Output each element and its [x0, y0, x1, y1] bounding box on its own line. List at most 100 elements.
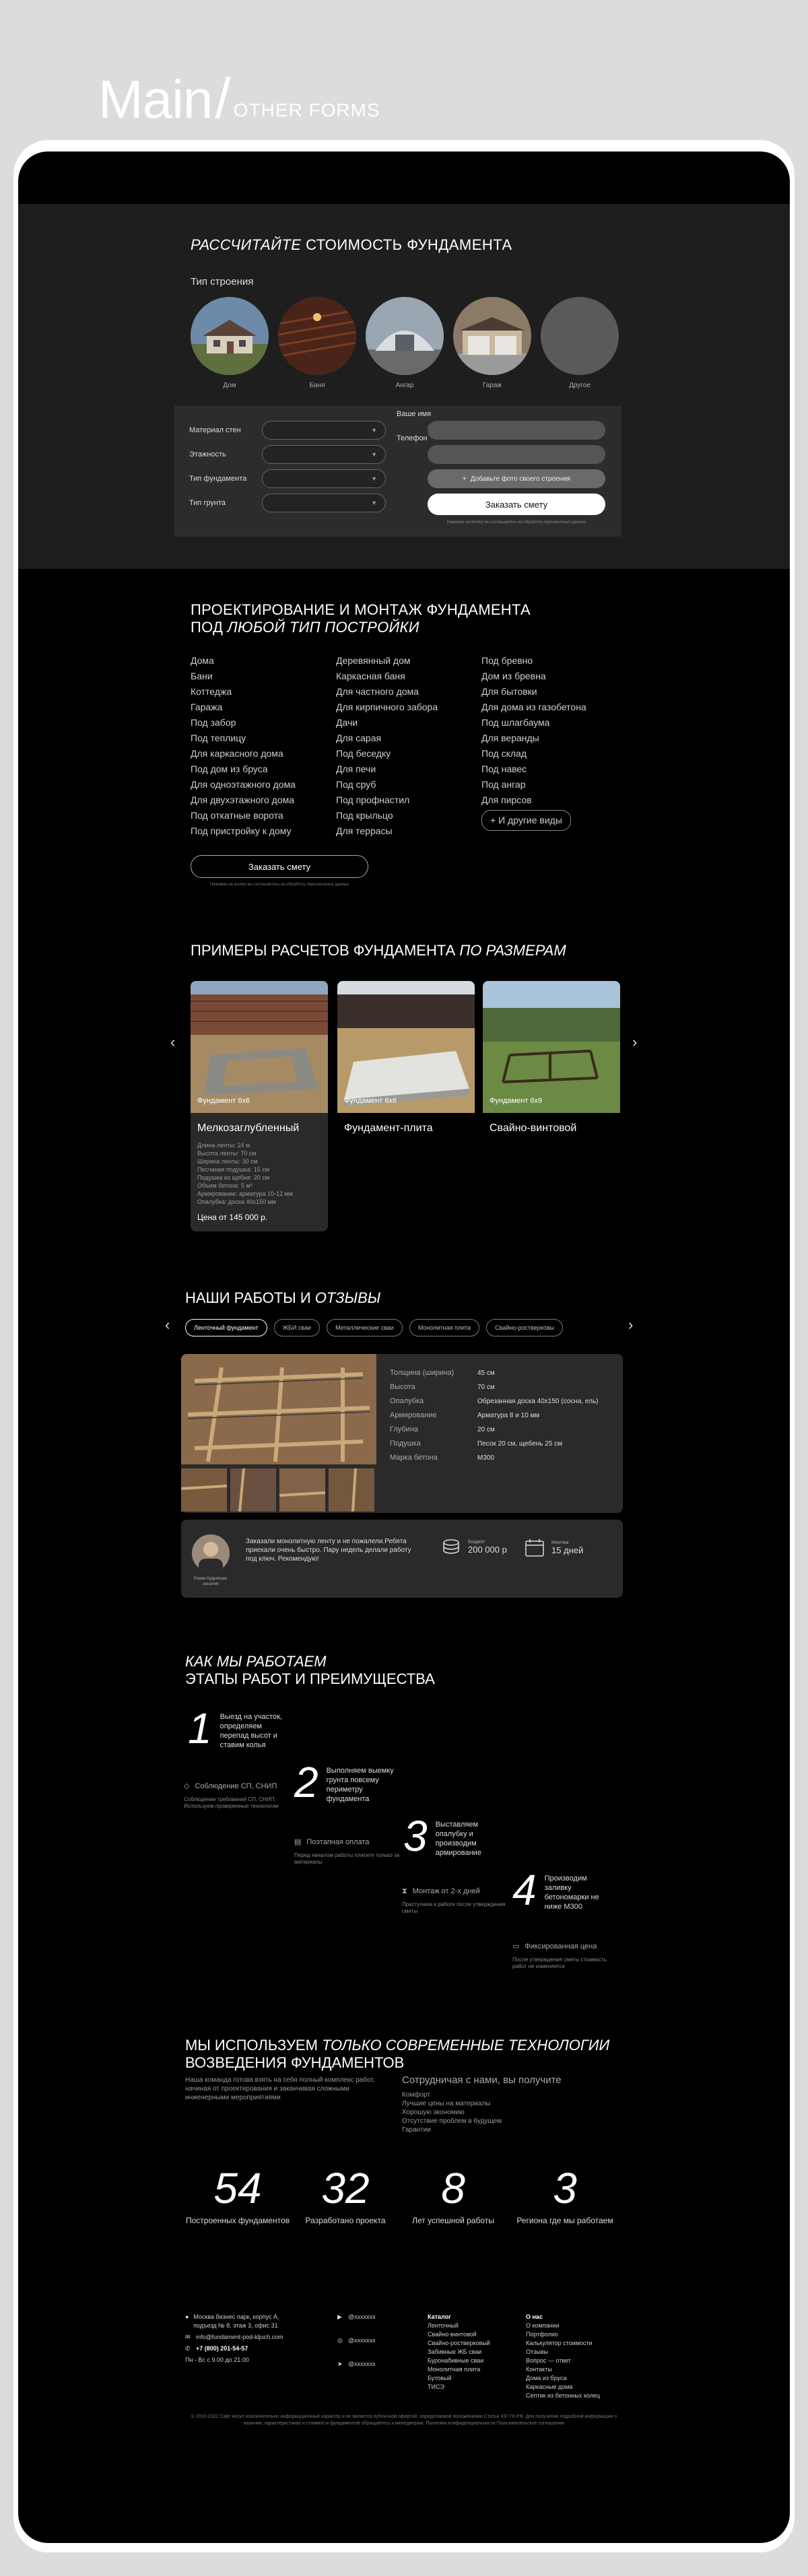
foundation-type-select[interactable]: ▼ — [262, 469, 386, 488]
phone-input[interactable] — [428, 445, 605, 464]
list-item[interactable]: Под крыльцо — [336, 808, 481, 823]
thumbnail[interactable] — [329, 1468, 374, 1512]
list-item[interactable]: Под шлагбаума — [481, 715, 627, 731]
list-item[interactable]: Для печи — [336, 761, 481, 777]
list-item[interactable]: Дом из бревна — [481, 669, 627, 684]
tab-monolith-slab[interactable]: Монолитная плита — [409, 1319, 480, 1336]
example-card[interactable]: Фундамент 6x6 Фундамент-плита — [337, 981, 475, 1134]
type-hangar[interactable]: Ангар — [366, 297, 444, 389]
list-item[interactable]: Под откатные ворота — [191, 808, 336, 823]
footer-link[interactable]: Септик из бетонных колец — [526, 2392, 627, 2400]
list-item[interactable]: Каркасная баня — [336, 669, 481, 684]
list-item[interactable]: Для террасы — [336, 823, 481, 839]
param-row: Подушка Песок 20 см, щебень 25 см — [390, 1437, 599, 1451]
list-item[interactable]: Для двухэтажного дома — [191, 792, 336, 808]
thumbnail[interactable] — [181, 1468, 227, 1512]
list-item[interactable]: Для одноэтажного дома — [191, 777, 336, 792]
footer-link[interactable]: ТИСЭ — [428, 2383, 515, 2392]
list-item[interactable]: Для сарая — [336, 731, 481, 746]
tab-strip-foundation[interactable]: Ленточный фундамент — [185, 1319, 267, 1336]
soil-type-select[interactable]: ▼ — [262, 494, 386, 512]
type-house[interactable]: Дом — [191, 297, 269, 389]
calculator-section: РАССЧИТАЙТЕ СТОИМОСТЬ ФУНДАМЕНТА Тип стр… — [18, 204, 790, 569]
list-item[interactable]: Для каркасного дома — [191, 746, 336, 761]
instagram-icon[interactable]: ◎ — [337, 2336, 344, 2345]
tab-pile-grillage[interactable]: Свайно-ростверковы — [486, 1319, 563, 1336]
list-item[interactable]: Для бытовки — [481, 684, 627, 700]
footer-link[interactable]: О компании — [526, 2321, 627, 2330]
list-item[interactable]: Под профнастил — [336, 792, 481, 808]
telegram-icon[interactable]: ➤ — [337, 2360, 344, 2369]
footer-link[interactable]: Бутовый — [428, 2374, 515, 2383]
thumbnail[interactable] — [279, 1468, 325, 1512]
list-item[interactable]: Деревянный дом — [336, 653, 481, 669]
example-card[interactable]: Фундамент 6x6 Мелкозаглубленный Длина ле… — [191, 981, 328, 1231]
chevron-left-icon[interactable]: ‹ — [165, 1316, 170, 1334]
card-tag: Фундамент 6x9 — [490, 1097, 543, 1105]
list-item[interactable]: Для дома из газобетона — [481, 700, 627, 715]
footer-link[interactable]: Контакты — [526, 2365, 627, 2374]
footer-link[interactable]: Ленточный — [428, 2321, 515, 2330]
chevron-right-icon[interactable]: › — [628, 1316, 633, 1334]
list-item[interactable]: Под бревно — [481, 653, 627, 669]
youtube-icon[interactable]: ▶ — [337, 2313, 344, 2321]
heading-other: OTHER FORMS — [233, 100, 380, 121]
list-item[interactable]: Под беседку — [336, 746, 481, 761]
footer-link[interactable]: Свайно-ростверковый — [428, 2339, 515, 2348]
footer-link[interactable]: Каркасные дома — [526, 2383, 627, 2392]
footer-link[interactable]: Буронабивные сваи — [428, 2357, 515, 2365]
type-bath[interactable]: Баня — [278, 297, 356, 389]
type-other[interactable]: Другое — [541, 297, 619, 389]
examples-title: ПРИМЕРЫ РАСЧЕТОВ ФУНДАМЕНТА ПО РАЗМЕРАМ — [191, 942, 566, 959]
list-item[interactable]: Под теплицу — [191, 731, 336, 746]
benefit-item: Отсутствие проблем в будущем — [402, 2117, 502, 2125]
footer-link[interactable]: Свайно-винтовой — [428, 2330, 515, 2339]
chevron-right-icon[interactable]: › — [632, 1033, 637, 1051]
order-estimate-button[interactable]: Заказать смету — [428, 494, 605, 515]
list-item[interactable]: Коттеджа — [191, 684, 336, 700]
footer-link[interactable]: Портфолио — [526, 2330, 627, 2339]
footer-link[interactable]: Монолитная плита — [428, 2365, 515, 2374]
footer-link[interactable]: Забивные ЖБ сваи — [428, 2348, 515, 2357]
review-author: Роман Кудрявцев, заказчик — [193, 1577, 228, 1586]
list-item[interactable]: Под дом из бруса — [191, 761, 336, 777]
consent-note-2: Нажимая на кнопку вы соглашаетесь на обр… — [209, 883, 349, 887]
list-item[interactable]: Гаража — [191, 700, 336, 715]
list-item[interactable]: Дома — [191, 653, 336, 669]
list-item[interactable]: Бани — [191, 669, 336, 684]
list-item[interactable]: Для веранды — [481, 731, 627, 746]
param-value: 45 см — [477, 1369, 495, 1377]
list-item[interactable]: Дачи — [336, 715, 481, 731]
footer-link[interactable]: Дома из бруса — [526, 2374, 627, 2383]
heading-main: Main — [98, 69, 213, 129]
add-photo-button[interactable]: + Добавьте фото своего строения — [428, 469, 605, 488]
list-item[interactable]: Для кирпичного забора — [336, 700, 481, 715]
list-item[interactable]: Под ангар — [481, 777, 627, 792]
list-item[interactable]: Под навес — [481, 761, 627, 777]
floors-select[interactable]: ▼ — [262, 445, 386, 464]
chevron-left-icon[interactable]: ‹ — [170, 1033, 175, 1051]
list-item[interactable]: Под склад — [481, 746, 627, 761]
param-key: Подушка — [390, 1439, 421, 1448]
thumbnail[interactable] — [230, 1468, 276, 1512]
footer-link[interactable]: Калькулятор стоимости — [526, 2339, 627, 2348]
footer-link[interactable]: Отзывы — [526, 2348, 627, 2357]
list-item[interactable]: Под сруб — [336, 777, 481, 792]
list-item[interactable]: Под пристройку к дому — [191, 823, 336, 839]
list-item[interactable]: Под забор — [191, 715, 336, 731]
more-types-button[interactable]: + И другие виды — [481, 810, 571, 831]
footer-link[interactable]: Вопрос — ответ — [526, 2357, 627, 2365]
list-item[interactable]: Для частного дома — [336, 684, 481, 700]
review-text: Заказали монолитную ленту и не пожалели.… — [246, 1538, 411, 1563]
tab-metal-piles[interactable]: Металлические сваи — [327, 1319, 403, 1336]
copyright: © 2010-2022 Сайт носит исключительно инф… — [191, 2414, 617, 2426]
work-main-photo[interactable] — [181, 1354, 376, 1464]
example-card[interactable]: Фундамент 6x9 Свайно-винтовой — [483, 981, 620, 1134]
list-item[interactable]: Для пирсов — [481, 792, 627, 808]
tab-rc-piles[interactable]: ЖБИ сваи — [273, 1319, 321, 1336]
type-garage[interactable]: Гараж — [453, 297, 531, 389]
order-estimate-button-2[interactable]: Заказать смету — [191, 855, 368, 878]
benefit-item: Гарантии — [402, 2126, 431, 2134]
name-input[interactable] — [428, 421, 605, 440]
wall-material-select[interactable]: ▼ — [262, 421, 386, 440]
